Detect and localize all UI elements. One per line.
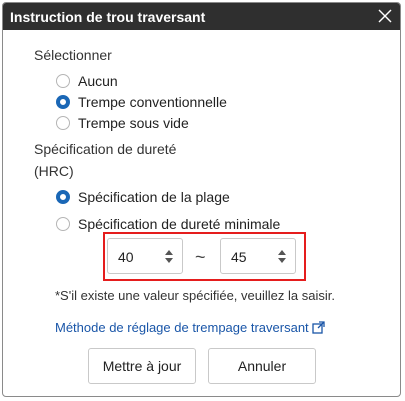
hardness-unit-label: (HRC) xyxy=(34,163,74,179)
quench-method-link[interactable]: Méthode de réglage de trempage traversan… xyxy=(55,320,325,335)
radio-range-spec[interactable] xyxy=(56,190,70,204)
radio-conventional-quench[interactable] xyxy=(56,95,70,109)
radio-vacuum-quench[interactable] xyxy=(56,116,70,130)
radio-min-hardness-label[interactable]: Spécification de dureté minimale xyxy=(78,216,280,232)
min-hardness-stepper[interactable]: 40 xyxy=(107,238,183,274)
radio-vacuum-quench-label[interactable]: Trempe sous vide xyxy=(78,115,189,131)
radio-range-spec-label[interactable]: Spécification de la plage xyxy=(78,189,230,205)
stepper-arrows-icon[interactable] xyxy=(277,249,287,264)
range-separator: ~ xyxy=(195,247,206,267)
update-button[interactable]: Mettre à jour xyxy=(88,348,196,384)
radio-min-hardness[interactable] xyxy=(56,217,70,231)
stepper-arrows-icon[interactable] xyxy=(164,249,174,264)
quench-method-link-label[interactable]: Méthode de réglage de trempage traversan… xyxy=(55,320,309,335)
min-hardness-value[interactable]: 40 xyxy=(118,249,134,265)
dialog: Instruction de trou traversant Sélection… xyxy=(2,2,401,397)
dialog-title: Instruction de trou traversant xyxy=(10,9,206,25)
dialog-titlebar: Instruction de trou traversant xyxy=(3,3,400,30)
radio-conventional-quench-label[interactable]: Trempe conventionnelle xyxy=(78,94,227,110)
max-hardness-stepper[interactable]: 45 xyxy=(220,238,296,274)
max-hardness-value[interactable]: 45 xyxy=(231,249,247,265)
radio-none[interactable] xyxy=(56,74,70,88)
radio-none-label[interactable]: Aucun xyxy=(78,73,118,89)
external-link-icon[interactable] xyxy=(312,321,325,334)
cancel-button[interactable]: Annuler xyxy=(208,348,316,384)
hardness-section-label: Spécification de dureté xyxy=(34,141,177,157)
select-section-label: Sélectionner xyxy=(34,47,112,63)
close-icon[interactable] xyxy=(376,7,394,25)
input-note: *S'il existe une valeur spécifiée, veuil… xyxy=(55,288,335,303)
